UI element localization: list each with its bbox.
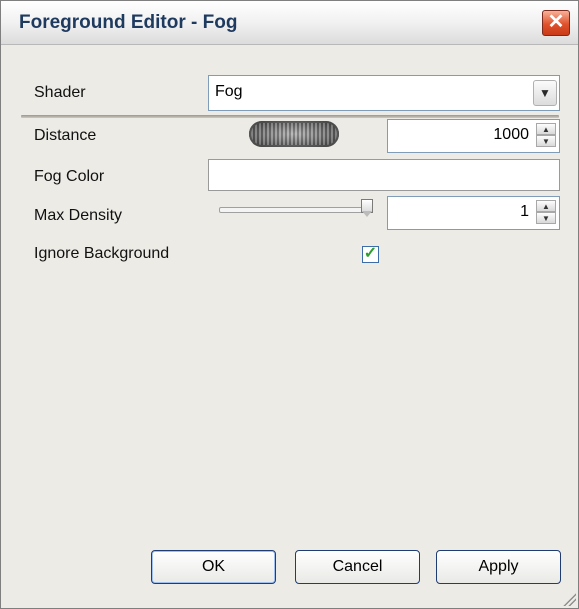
distance-decrement-button[interactable]: ▼ [536,135,556,147]
ok-button[interactable]: OK [151,550,276,584]
arrow-up-icon: ▲ [542,202,550,211]
max-density-spinbox[interactable]: 1 ▲ ▼ [387,196,560,230]
distance-value: 1000 [493,126,529,143]
close-button[interactable]: ✕ [542,10,570,36]
apply-button-label: Apply [478,558,519,575]
arrow-down-icon: ▼ [542,137,550,146]
cancel-button-label: Cancel [332,558,383,575]
ignore-background-checkbox[interactable]: ✓ [362,245,379,263]
shader-label: Shader [34,84,86,101]
max-density-value: 1 [520,203,529,220]
shader-dropdown-button[interactable]: ▼ [533,80,557,106]
arrow-down-icon: ▼ [542,214,550,223]
max-density-slider-thumb[interactable] [361,199,373,219]
slider-thumb-tip [362,211,372,217]
distance-jog-wheel[interactable] [249,121,339,147]
distance-spin-buttons: ▲ ▼ [536,123,556,147]
title-bar[interactable]: Foreground Editor - Fog ✕ [1,1,578,45]
max-density-label: Max Density [34,207,123,224]
chevron-down-icon: ▼ [539,86,551,100]
fog-color-label: Fog Color [34,168,105,185]
shader-select[interactable]: Fog ▼ [208,75,560,111]
jog-wheel-shading [249,121,339,147]
check-icon: ✓ [363,245,378,262]
max-density-decrement-button[interactable]: ▼ [536,212,556,224]
arrow-up-icon: ▲ [542,125,550,134]
ok-button-label: OK [201,558,226,575]
fog-color-swatch[interactable] [208,159,560,191]
max-density-slider-track[interactable] [219,207,371,213]
foreground-editor-dialog: Foreground Editor - Fog ✕ Shader Fog ▼ D… [0,0,579,609]
apply-button[interactable]: Apply [436,550,561,584]
cancel-button[interactable]: Cancel [295,550,420,584]
ignore-background-label: Ignore Background [34,245,170,262]
window-title: Foreground Editor - Fog [19,12,238,33]
resize-grip-icon[interactable] [562,592,576,606]
close-icon: ✕ [547,11,565,33]
max-density-increment-button[interactable]: ▲ [536,200,556,212]
distance-spinbox[interactable]: 1000 ▲ ▼ [387,119,560,153]
max-density-spin-buttons: ▲ ▼ [536,200,556,224]
shader-value: Fog [215,83,243,100]
distance-label: Distance [34,127,97,144]
separator [21,115,559,118]
distance-increment-button[interactable]: ▲ [536,123,556,135]
